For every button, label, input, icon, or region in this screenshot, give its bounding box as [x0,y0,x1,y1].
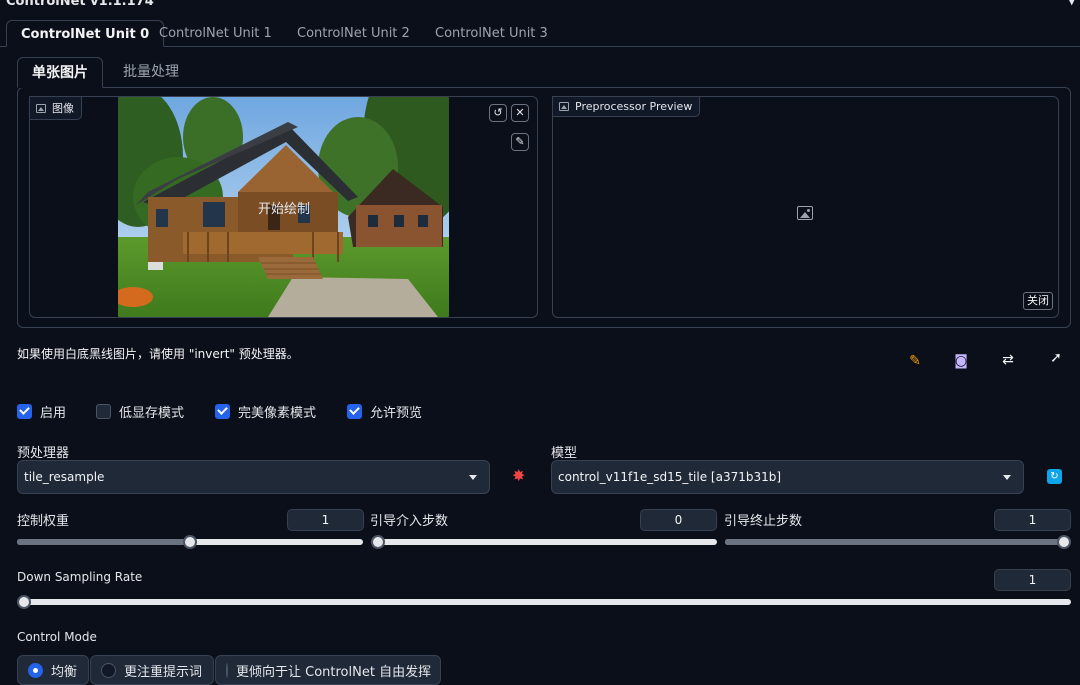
reset-icon[interactable]: ↺ [489,104,507,122]
camera-icon[interactable]: ◙ [951,352,971,370]
radio-button[interactable] [28,662,43,678]
tab-unit-1[interactable]: ControlNet Unit 1 [145,20,286,47]
preprocessor-label: 预处理器 [17,446,70,461]
low-vram-checkbox[interactable]: 低显存模式 [96,402,185,421]
control-mode-prompt[interactable]: 更注重提示词 [90,655,214,685]
start-step-slider[interactable] [371,535,717,549]
checkbox-label: 完美像素模式 [238,405,317,421]
preprocessor-select[interactable]: tile_resample [17,460,490,494]
checkbox-box[interactable] [96,403,111,419]
model-select[interactable]: control_v11f1e_sd15_tile [a371b31b] [551,460,1024,494]
slider-fill [17,539,190,545]
slider-fill [725,539,1071,545]
checkbox-box[interactable] [17,403,32,419]
slider-thumb[interactable] [17,595,31,609]
radio-label: 更注重提示词 [124,664,203,680]
down-sampling-input[interactable]: 1 [994,569,1071,591]
checkbox-box[interactable] [347,403,362,419]
chevron-down-icon [469,475,477,480]
image-icon [36,103,46,113]
down-sampling-slider[interactable] [17,595,1071,609]
invert-hint: 如果使用白底黑线图片，请使用 "invert" 预处理器。 [17,347,299,361]
tab-unit-3[interactable]: ControlNet Unit 3 [421,20,562,47]
slider-thumb[interactable] [371,535,385,549]
radio-label: 均衡 [51,664,78,680]
control-mode-controlnet[interactable]: 更倾向于让 ControlNet 自由发挥 [215,655,441,685]
checkbox-label: 启用 [40,405,67,421]
checkbox-label: 允许预览 [370,405,423,421]
start-drawing-overlay: 开始绘制 [258,202,311,217]
close-preview-button[interactable]: 关闭 [1023,292,1053,310]
checkbox-box[interactable] [215,403,230,419]
checkbox-label: 低显存模式 [119,405,185,421]
image-icon [559,102,569,111]
tab-unit-2[interactable]: ControlNet Unit 2 [283,20,424,47]
image-label: 图像 [29,96,82,120]
send-dimensions-icon[interactable]: ➚ [1046,349,1066,367]
run-preprocessor-icon[interactable]: ✸ [512,467,525,485]
allow-preview-checkbox[interactable]: 允许预览 [347,402,423,421]
down-sampling-label: Down Sampling Rate [17,570,143,584]
close-icon[interactable]: ✕ [511,104,529,122]
pixel-perfect-checkbox[interactable]: 完美像素模式 [215,402,317,421]
collapse-caret-icon[interactable]: ▼ [1068,0,1076,7]
slider-thumb[interactable] [1057,535,1071,549]
swap-icon[interactable]: ⇄ [998,351,1018,369]
tab-unit-0[interactable]: ControlNet Unit 0 [6,20,165,47]
preview-label: Preprocessor Preview [552,96,701,117]
end-step-label: 引导终止步数 [724,514,803,529]
panel-title: ControlNet v1.1.174 [6,0,154,9]
slider-thumb[interactable] [183,535,197,549]
image-label-text: 图像 [52,102,74,115]
brush-icon[interactable]: ✎ [511,133,529,151]
control-weight-label: 控制权重 [17,514,70,529]
tab-single-image[interactable]: 单张图片 [17,57,103,88]
end-step-input[interactable]: 1 [994,509,1071,531]
start-step-label: 引导介入步数 [370,514,449,529]
chevron-down-icon [1003,475,1011,480]
control-weight-input[interactable]: 1 [287,509,364,531]
control-weight-slider[interactable] [17,535,363,549]
end-step-slider[interactable] [725,535,1071,549]
tab-batch[interactable]: 批量处理 [109,57,193,88]
preview-label-text: Preprocessor Preview [575,100,693,113]
model-label: 模型 [551,446,578,461]
radio-label: 更倾向于让 ControlNet 自由发挥 [236,664,432,680]
preprocessor-value: tile_resample [24,470,105,484]
model-value: control_v11f1e_sd15_tile [a371b31b] [558,470,782,484]
radio-button[interactable] [101,662,116,678]
control-mode-label: Control Mode [17,630,97,644]
image-placeholder-icon [797,206,813,220]
refresh-models-icon[interactable]: ↻ [1047,469,1062,484]
new-canvas-icon[interactable]: ✎ [905,352,925,370]
control-mode-balanced[interactable]: 均衡 [17,655,89,685]
enable-checkbox[interactable]: 启用 [17,402,67,421]
radio-button[interactable] [226,662,228,678]
start-step-input[interactable]: 0 [640,509,717,531]
